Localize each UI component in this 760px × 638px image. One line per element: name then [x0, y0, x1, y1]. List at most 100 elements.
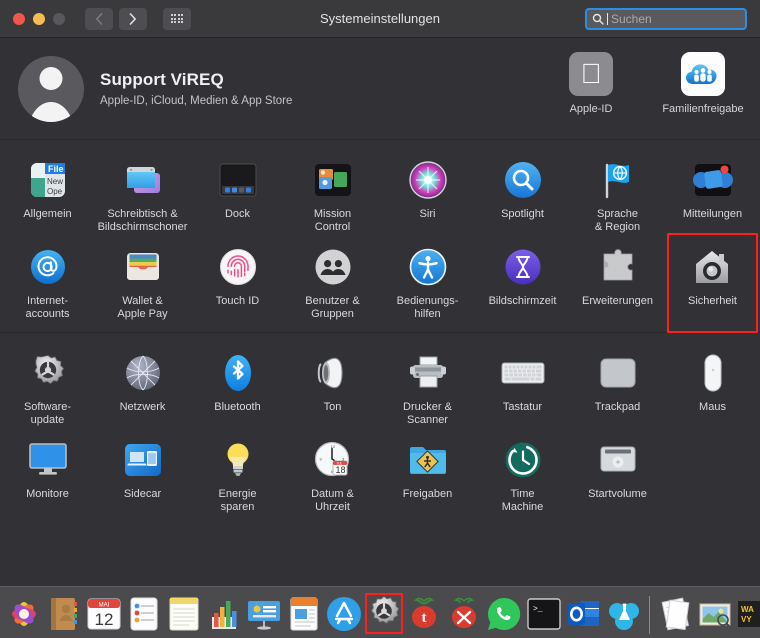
pref-label: Mission Control — [313, 208, 352, 233]
pref-item-monitore[interactable]: Monitore — [0, 431, 95, 518]
prefs-row-1: File New Ope Allgemein Schreibtisch & Bi… — [0, 151, 760, 238]
dock-item-reminders[interactable] — [124, 591, 164, 637]
desktop-screensaver-icon — [121, 158, 165, 202]
pref-item-tastatur[interactable]: Tastatur — [475, 344, 570, 431]
internet-accounts-icon — [26, 245, 70, 289]
screen-time-icon — [501, 245, 545, 289]
general-icon: File New Ope — [26, 158, 70, 202]
pref-item-netzwerk[interactable]: Netzwerk — [95, 344, 190, 431]
pref-item-sicherheit[interactable]: Sicherheit — [665, 233, 760, 333]
dock-item-pages[interactable] — [284, 591, 324, 637]
dock-item-outlook[interactable] — [564, 591, 604, 637]
pref-label: Time Machine — [501, 488, 544, 513]
pref-item-mission-control[interactable]: Mission Control — [285, 151, 380, 238]
svg-text:File: File — [48, 164, 64, 174]
pref-item-maus[interactable]: Maus — [665, 344, 760, 431]
dock-item-tomato-tools[interactable] — [444, 591, 484, 637]
pref-item-benutzer-gruppen[interactable]: Benutzer & Gruppen — [285, 238, 380, 325]
dock-item-cloud-app[interactable] — [604, 591, 644, 637]
dock-item-notes[interactable] — [164, 591, 204, 637]
grid-view-icon — [170, 13, 184, 24]
apple-id-header[interactable]: Support ViREQ Apple-ID, iCloud, Medien &… — [0, 38, 760, 140]
pref-label: Freigaben — [402, 488, 453, 500]
account-name: Support ViREQ — [100, 70, 224, 89]
time-machine-icon — [501, 438, 545, 482]
dock-item-terminal[interactable]: >_ — [524, 591, 564, 637]
pref-label: Dock — [224, 208, 251, 220]
pref-item-time-machine[interactable]: Time Machine — [475, 431, 570, 518]
apple-id-label: Apple-ID — [569, 103, 613, 115]
wallet-applepay-icon — [121, 245, 165, 289]
family-sharing-tile[interactable]: Familienfreigabe — [660, 52, 746, 115]
pref-item-allgemein[interactable]: File New Ope Allgemein — [0, 151, 95, 238]
prefs-row-2: Internet- accounts Wallet & Apple Pay To… — [0, 233, 760, 333]
extensions-icon — [596, 245, 640, 289]
close-button[interactable] — [13, 12, 25, 25]
calendar-icon: MAI 12 — [87, 598, 121, 630]
search-icon — [592, 13, 604, 25]
pref-label: Energie sparen — [218, 488, 257, 513]
pref-item-dock[interactable]: Dock — [190, 151, 285, 238]
dock-item-numbers[interactable] — [204, 591, 244, 637]
show-all-button[interactable] — [163, 7, 191, 30]
pref-label: Sprache & Region — [594, 208, 641, 233]
pref-item-internetaccounts[interactable]: Internet- accounts — [0, 238, 95, 325]
dock-item-tomato-timer[interactable]: t — [404, 591, 444, 637]
pref-item-trackpad[interactable]: Trackpad — [570, 344, 665, 431]
back-button[interactable] — [85, 7, 113, 30]
pref-item-ton[interactable]: Ton — [285, 344, 380, 431]
dock-separator — [649, 596, 650, 634]
minimize-button[interactable] — [33, 12, 45, 25]
pref-label: Maus — [699, 401, 726, 413]
pref-label: Drucker & Scanner — [403, 401, 452, 426]
bluetooth-icon — [216, 351, 260, 395]
user-avatar-icon — [39, 66, 63, 90]
pref-label: Erweiterungen — [582, 295, 653, 307]
window-titlebar: Systemeinstellungen Suchen — [0, 0, 760, 38]
pref-item-bildschirmzeit[interactable]: Bildschirmzeit — [475, 238, 570, 325]
search-field[interactable]: Suchen — [585, 8, 747, 30]
forward-button[interactable] — [119, 7, 147, 30]
pref-item-datum-uhrzeit[interactable]: 12 3 69 JUL 18 Datum & Uhrzeit — [285, 431, 380, 518]
pref-item-spotlight[interactable]: Spotlight — [475, 151, 570, 238]
pref-label: Wallet & Apple Pay — [117, 295, 168, 320]
zoom-button[interactable] — [53, 12, 65, 25]
pref-item-schreibtisch-bildschirmschoner[interactable]: Schreibtisch & Bildschirmschoner — [95, 151, 190, 238]
pref-item-energie-sparen[interactable]: Energie sparen — [190, 431, 285, 518]
dock-item-contacts[interactable] — [44, 591, 84, 637]
dock-item-system-preferences[interactable] — [364, 591, 404, 637]
terminal-icon: >_ — [527, 598, 561, 630]
pref-label: Trackpad — [594, 401, 641, 413]
apple-id-tile[interactable]:  Apple-ID — [548, 52, 634, 115]
pref-label: Tastatur — [502, 401, 543, 413]
pref-label: Touch ID — [215, 295, 260, 307]
dock-item-photos[interactable] — [4, 591, 44, 637]
pref-item-sprache-region[interactable]: Sprache & Region — [570, 151, 665, 238]
pref-item-freigaben[interactable]: Freigaben — [380, 431, 475, 518]
pref-item-touch-id[interactable]: Touch ID — [190, 238, 285, 325]
mouse-icon — [691, 351, 735, 395]
pref-item-startvolume[interactable]: Startvolume — [570, 431, 665, 518]
pref-item-siri[interactable]: Siri — [380, 151, 475, 238]
dock-item-keynote[interactable] — [244, 591, 284, 637]
pref-item-sidecar[interactable]: Sidecar — [95, 431, 190, 518]
pref-label: Startvolume — [588, 488, 647, 500]
pref-item-erweiterungen[interactable]: Erweiterungen — [570, 238, 665, 325]
svg-text:MAI: MAI — [99, 603, 110, 609]
dock-item-whatsapp[interactable] — [484, 591, 524, 637]
spotlight-icon — [501, 158, 545, 202]
pref-item-softwareupdate[interactable]: Software- update — [0, 344, 95, 431]
dock-item-warning-label[interactable]: WA VY — [735, 591, 760, 637]
dock-item-calendar[interactable]: MAI 12 — [84, 591, 124, 637]
dock-item-app-store[interactable] — [324, 591, 364, 637]
pref-label: Datum & Uhrzeit — [311, 488, 354, 513]
pref-item-bedienungshilfen[interactable]: Bedienungs- hilfen — [380, 238, 475, 325]
system-preferences-icon — [371, 595, 400, 624]
pref-item-drucker-scanner[interactable]: Drucker & Scanner — [380, 344, 475, 431]
pref-item-wallet-apple-pay[interactable]: Wallet & Apple Pay — [95, 238, 190, 325]
pictures-icon — [699, 603, 731, 628]
pref-item-mitteilungen[interactable]: Mitteilungen — [665, 151, 760, 238]
pref-item-bluetooth[interactable]: Bluetooth — [190, 344, 285, 431]
dock-item-documents-stack[interactable] — [655, 591, 695, 637]
dock-item-pictures-stack[interactable] — [695, 591, 735, 637]
